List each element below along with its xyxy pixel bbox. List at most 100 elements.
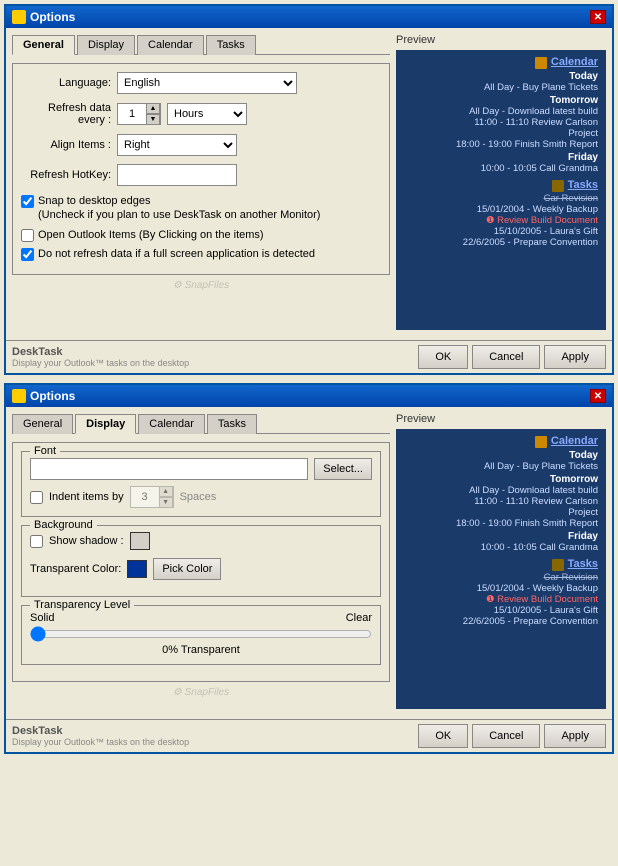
bottom-bar-1: DeskTask Display your Outlook™ tasks on … bbox=[6, 340, 612, 373]
options-icon bbox=[12, 10, 26, 24]
tab-content-display: Font Verdana, 8pt Select... Indent items… bbox=[12, 442, 390, 682]
left-panel-2: General Display Calendar Tasks Font Verd… bbox=[12, 413, 390, 709]
align-label: Align Items : bbox=[21, 139, 111, 151]
task-4: 15/10/2005 - Laura's Gift bbox=[404, 226, 598, 237]
select-font-button[interactable]: Select... bbox=[314, 458, 372, 480]
indent-spin-buttons: ▲ ▼ bbox=[159, 486, 173, 508]
tab-calendar-2[interactable]: Calendar bbox=[138, 414, 205, 434]
indent-checkbox[interactable] bbox=[30, 491, 43, 504]
window1-content: General Display Calendar Tasks Language:… bbox=[6, 28, 612, 336]
transparent-color-row: Transparent Color: Pick Color bbox=[30, 558, 372, 580]
ok-button-2[interactable]: OK bbox=[418, 724, 468, 748]
indent-number-input[interactable] bbox=[131, 487, 159, 507]
calendar-icon-2 bbox=[535, 436, 547, 448]
window2-content: General Display Calendar Tasks Font Verd… bbox=[6, 407, 612, 715]
options-window-2: Options ✕ General Display Calendar Tasks… bbox=[4, 383, 614, 754]
tab-general-2[interactable]: General bbox=[12, 414, 73, 434]
task-1: Car Revision bbox=[404, 193, 598, 204]
tab-calendar-1[interactable]: Calendar bbox=[137, 35, 204, 55]
refresh-unit-select[interactable]: Hours Minutes bbox=[167, 103, 247, 125]
titlebar-title-1: Options bbox=[12, 10, 75, 24]
dialog-buttons-2: OK Cancel Apply bbox=[418, 724, 606, 748]
preview-box-1: Calendar Today All Day - Buy Plane Ticke… bbox=[396, 50, 606, 330]
transparency-legend: Transparency Level bbox=[30, 599, 134, 611]
refresh-row: Refresh data every : ▲ ▼ Hours Minutes bbox=[21, 102, 381, 126]
today-header-2: Today bbox=[404, 450, 598, 461]
font-group: Font Verdana, 8pt Select... Indent items… bbox=[21, 451, 381, 517]
brand-name-2: DeskTask bbox=[12, 725, 189, 737]
no-refresh-checkbox[interactable] bbox=[21, 248, 34, 261]
indent-row: Indent items by ▲ ▼ Spaces bbox=[30, 486, 372, 508]
font-input[interactable]: Verdana, 8pt bbox=[30, 458, 308, 480]
transparency-slider[interactable] bbox=[30, 626, 372, 642]
tasks-title-2: Tasks bbox=[568, 558, 598, 570]
tomorrow-event-2-3: Project bbox=[404, 507, 598, 518]
font-input-row: Verdana, 8pt Select... bbox=[30, 458, 372, 480]
task-2-4: 15/10/2005 - Laura's Gift bbox=[404, 605, 598, 616]
tomorrow-header-1: Tomorrow bbox=[404, 95, 598, 106]
refresh-number-wrap: ▲ ▼ bbox=[117, 103, 161, 125]
friday-header-1: Friday bbox=[404, 152, 598, 163]
tomorrow-event-2-2: 11:00 - 11:10 Review Carlson bbox=[404, 496, 598, 507]
preview-panel-2: Preview Calendar Today All Day - Buy Pla… bbox=[396, 413, 606, 709]
apply-button-2[interactable]: Apply bbox=[544, 724, 606, 748]
align-select[interactable]: Right Left Center bbox=[117, 134, 237, 156]
brand-1: DeskTask Display your Outlook™ tasks on … bbox=[12, 346, 189, 368]
task-2-2: 15/01/2004 - Weekly Backup bbox=[404, 583, 598, 594]
friday-header-2: Friday bbox=[404, 531, 598, 542]
indent-spin-down[interactable]: ▼ bbox=[159, 497, 173, 508]
snap-checkbox[interactable] bbox=[21, 195, 34, 208]
apply-button-1[interactable]: Apply bbox=[544, 345, 606, 369]
watermark-2: ⚙ SnapFiles bbox=[12, 682, 390, 702]
tab-display-2[interactable]: Display bbox=[75, 414, 136, 434]
brand-name-1: DeskTask bbox=[12, 346, 189, 358]
shadow-label: Show shadow : bbox=[49, 535, 124, 547]
tasks-header-1: Tasks bbox=[404, 179, 598, 192]
today-event-2-1: All Day - Buy Plane Tickets bbox=[404, 461, 598, 472]
transparency-section: Transparency Level Solid Clear 0% Transp… bbox=[21, 605, 381, 665]
align-row: Align Items : Right Left Center bbox=[21, 134, 381, 156]
watermark-1: ⚙ SnapFiles bbox=[12, 275, 390, 295]
close-button-1[interactable]: ✕ bbox=[590, 10, 606, 24]
tab-general-1[interactable]: General bbox=[12, 35, 75, 55]
tab-tasks-2[interactable]: Tasks bbox=[207, 414, 257, 434]
calendar-header-2: Calendar bbox=[404, 435, 598, 448]
cancel-button-2[interactable]: Cancel bbox=[472, 724, 540, 748]
open-outlook-checkbox[interactable] bbox=[21, 229, 34, 242]
transparent-color-label: Transparent Color: bbox=[30, 563, 121, 575]
today-header-1: Today bbox=[404, 71, 598, 82]
snap-label: Snap to desktop edges (Uncheck if you pl… bbox=[38, 194, 320, 223]
cancel-button-1[interactable]: Cancel bbox=[472, 345, 540, 369]
pick-color-button[interactable]: Pick Color bbox=[153, 558, 221, 580]
hotkey-label: Refresh HotKey: bbox=[21, 169, 111, 181]
friday-event-1: 10:00 - 10:05 Call Grandma bbox=[404, 163, 598, 174]
tab-bar-1: General Display Calendar Tasks bbox=[12, 34, 390, 55]
tomorrow-event-4: 18:00 - 19:00 Finish Smith Report bbox=[404, 139, 598, 150]
hotkey-input[interactable]: None bbox=[117, 164, 237, 186]
tomorrow-event-2-1: All Day - Download latest build bbox=[404, 485, 598, 496]
indent-number-wrap: ▲ ▼ bbox=[130, 486, 174, 508]
tasks-icon-1 bbox=[552, 180, 564, 192]
slider-labels: Solid Clear bbox=[30, 612, 372, 624]
tab-display-1[interactable]: Display bbox=[77, 35, 135, 55]
task-2: 15/01/2004 - Weekly Backup bbox=[404, 204, 598, 215]
close-button-2[interactable]: ✕ bbox=[590, 389, 606, 403]
refresh-label: Refresh data every : bbox=[21, 102, 111, 126]
titlebar-title-2: Options bbox=[12, 389, 75, 403]
shadow-checkbox[interactable] bbox=[30, 535, 43, 548]
brand-2: DeskTask Display your Outlook™ tasks on … bbox=[12, 725, 189, 747]
task-2-5: 22/6/2005 - Prepare Convention bbox=[404, 616, 598, 627]
refresh-spin-up[interactable]: ▲ bbox=[146, 103, 160, 114]
brand-sub-2: Display your Outlook™ tasks on the deskt… bbox=[12, 737, 189, 747]
refresh-number-input[interactable] bbox=[118, 104, 146, 124]
open-outlook-label: Open Outlook Items (By Clicking on the i… bbox=[38, 228, 264, 242]
left-panel-1: General Display Calendar Tasks Language:… bbox=[12, 34, 390, 330]
slider-wrap bbox=[30, 626, 372, 642]
options-icon-2 bbox=[12, 389, 26, 403]
language-select[interactable]: English bbox=[117, 72, 297, 94]
indent-spin-up[interactable]: ▲ bbox=[159, 486, 173, 497]
calendar-title-2: Calendar bbox=[551, 435, 598, 447]
tab-tasks-1[interactable]: Tasks bbox=[206, 35, 256, 55]
ok-button-1[interactable]: OK bbox=[418, 345, 468, 369]
refresh-spin-down[interactable]: ▼ bbox=[146, 114, 160, 125]
